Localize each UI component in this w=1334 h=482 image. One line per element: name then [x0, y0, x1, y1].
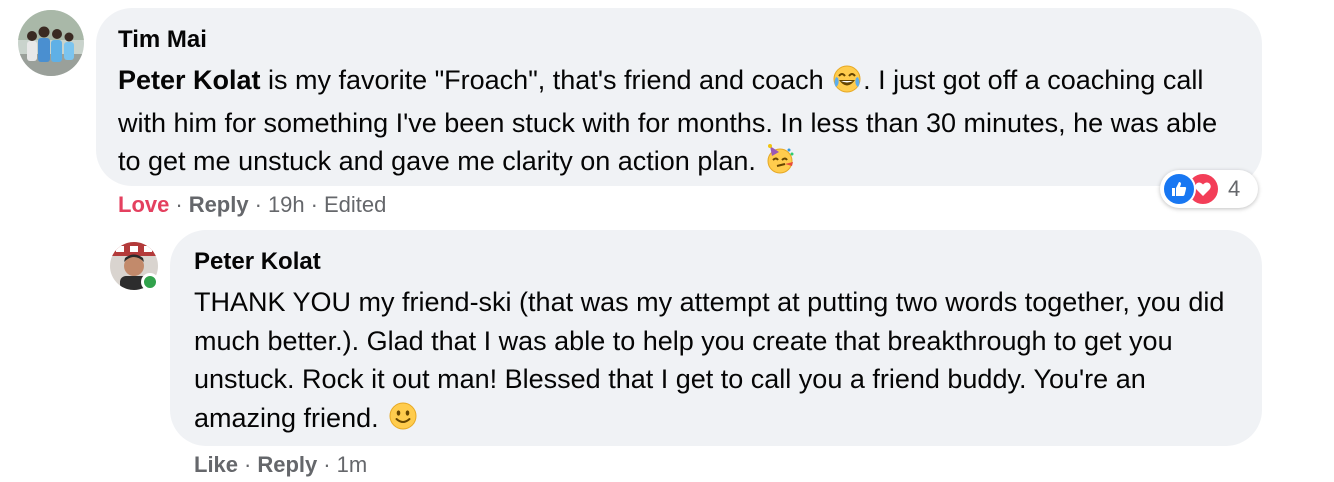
love-button[interactable]: Love: [118, 192, 169, 217]
reply-button[interactable]: Reply: [189, 192, 249, 217]
comment-text-part-1: is my favorite "Froach", that's friend a…: [260, 65, 832, 95]
reaction-summary[interactable]: 4: [1160, 170, 1258, 208]
separator: ·: [310, 192, 318, 217]
comment-author[interactable]: Tim Mai: [118, 26, 1238, 54]
like-button[interactable]: Like: [194, 452, 238, 477]
reply-text: THANK YOU my friend-ski (that was my att…: [194, 283, 1238, 441]
avatar-tim-mai[interactable]: [18, 10, 84, 76]
reply-timestamp[interactable]: 1m: [337, 452, 368, 477]
face-with-tears-of-joy-icon: [833, 65, 861, 104]
reply-button[interactable]: Reply: [257, 452, 317, 477]
reply-bubble: Peter Kolat THANK YOU my friend-ski (tha…: [170, 230, 1262, 446]
reply-actions: Like · Reply · 1m: [194, 452, 367, 478]
reply-author[interactable]: Peter Kolat: [194, 248, 1238, 276]
reaction-count: 4: [1228, 176, 1241, 201]
like-reaction-icon: [1162, 172, 1196, 206]
mention-peter-kolat[interactable]: Peter Kolat: [118, 65, 261, 95]
comment-text: Peter Kolat is my favorite "Froach", tha…: [118, 61, 1238, 185]
comment-actions: Love · Reply · 19h · Edited: [118, 192, 386, 218]
separator: ·: [244, 452, 252, 477]
edited-label[interactable]: Edited: [324, 192, 386, 217]
avatar-photo: [18, 10, 84, 76]
comment-timestamp[interactable]: 19h: [268, 192, 305, 217]
separator: ·: [254, 192, 262, 217]
online-status-indicator: [141, 273, 159, 291]
partying-face-icon: [765, 144, 795, 185]
comment-bubble: Tim Mai Peter Kolat is my favorite "Froa…: [96, 8, 1262, 186]
reply-text-content: THANK YOU my friend-ski (that was my att…: [194, 287, 1225, 433]
separator: ·: [323, 452, 331, 477]
slightly-smiling-face-icon: [388, 401, 418, 442]
separator: ·: [175, 192, 183, 217]
